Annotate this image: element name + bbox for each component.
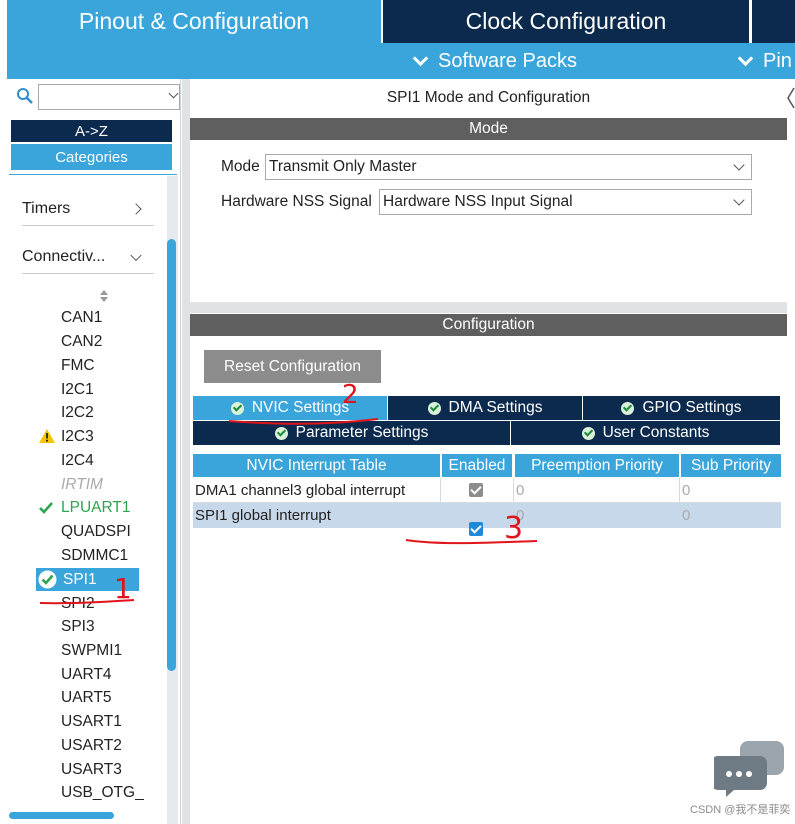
annotation-mark-2: 2 <box>342 380 359 410</box>
watermark: CSDN @我不是菲奕 <box>690 804 791 816</box>
red-annotations <box>39 418 538 605</box>
annotation-mark-1: 1 <box>114 572 132 605</box>
chat-bubble-icon <box>714 741 784 797</box>
underline-nvic <box>228 418 379 425</box>
annotation-mark-3: 3 <box>504 511 524 546</box>
